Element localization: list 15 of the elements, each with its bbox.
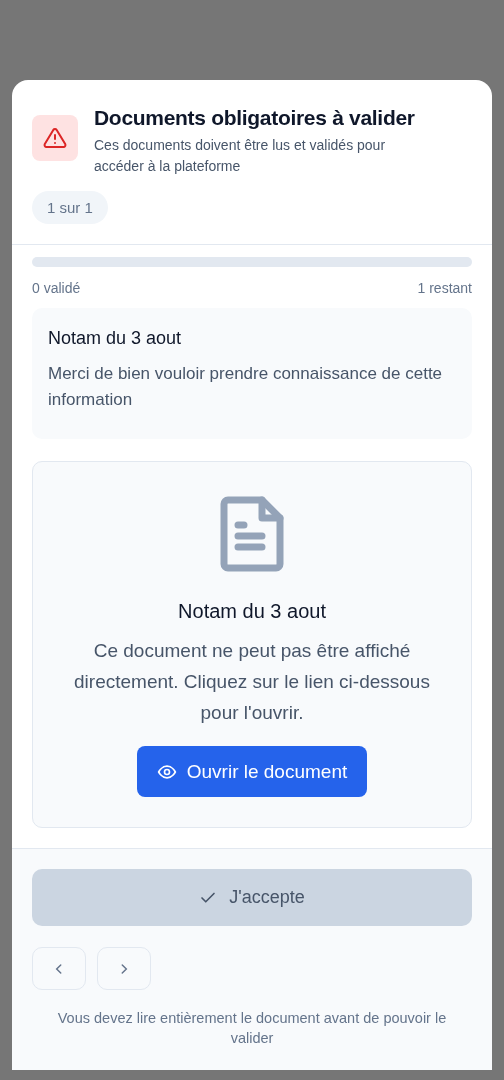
document-title: Notam du 3 aout xyxy=(178,600,326,623)
document-counter: 1 sur 1 xyxy=(32,191,108,224)
previous-button[interactable] xyxy=(32,947,86,990)
document-message: Ce document ne peut pas être affiché directement. Cliquez sur le lien ci-dessous pour l'ouvrir. xyxy=(73,639,431,725)
info-title: Notam du 3 aout xyxy=(48,328,183,349)
dialog-title: Documents obligatoires à valider xyxy=(94,105,416,131)
validated-count: 0 validé xyxy=(32,280,81,296)
warning-icon xyxy=(32,115,78,161)
validation-note: Vous devez lire entièrement le document avant de pouvoir le valider xyxy=(56,1009,448,1048)
document-icon xyxy=(220,496,284,572)
info-message: Merci de bien vouloir prendre connaissance de cette information xyxy=(48,363,443,411)
dialog-subtitle: Ces documents doivent être lus et validés pour accéder à la plateforme xyxy=(94,136,387,176)
remaining-count: 1 restant xyxy=(417,280,472,296)
next-button[interactable] xyxy=(97,947,151,990)
open-document-button[interactable]: Ouvrir le document xyxy=(136,746,368,797)
